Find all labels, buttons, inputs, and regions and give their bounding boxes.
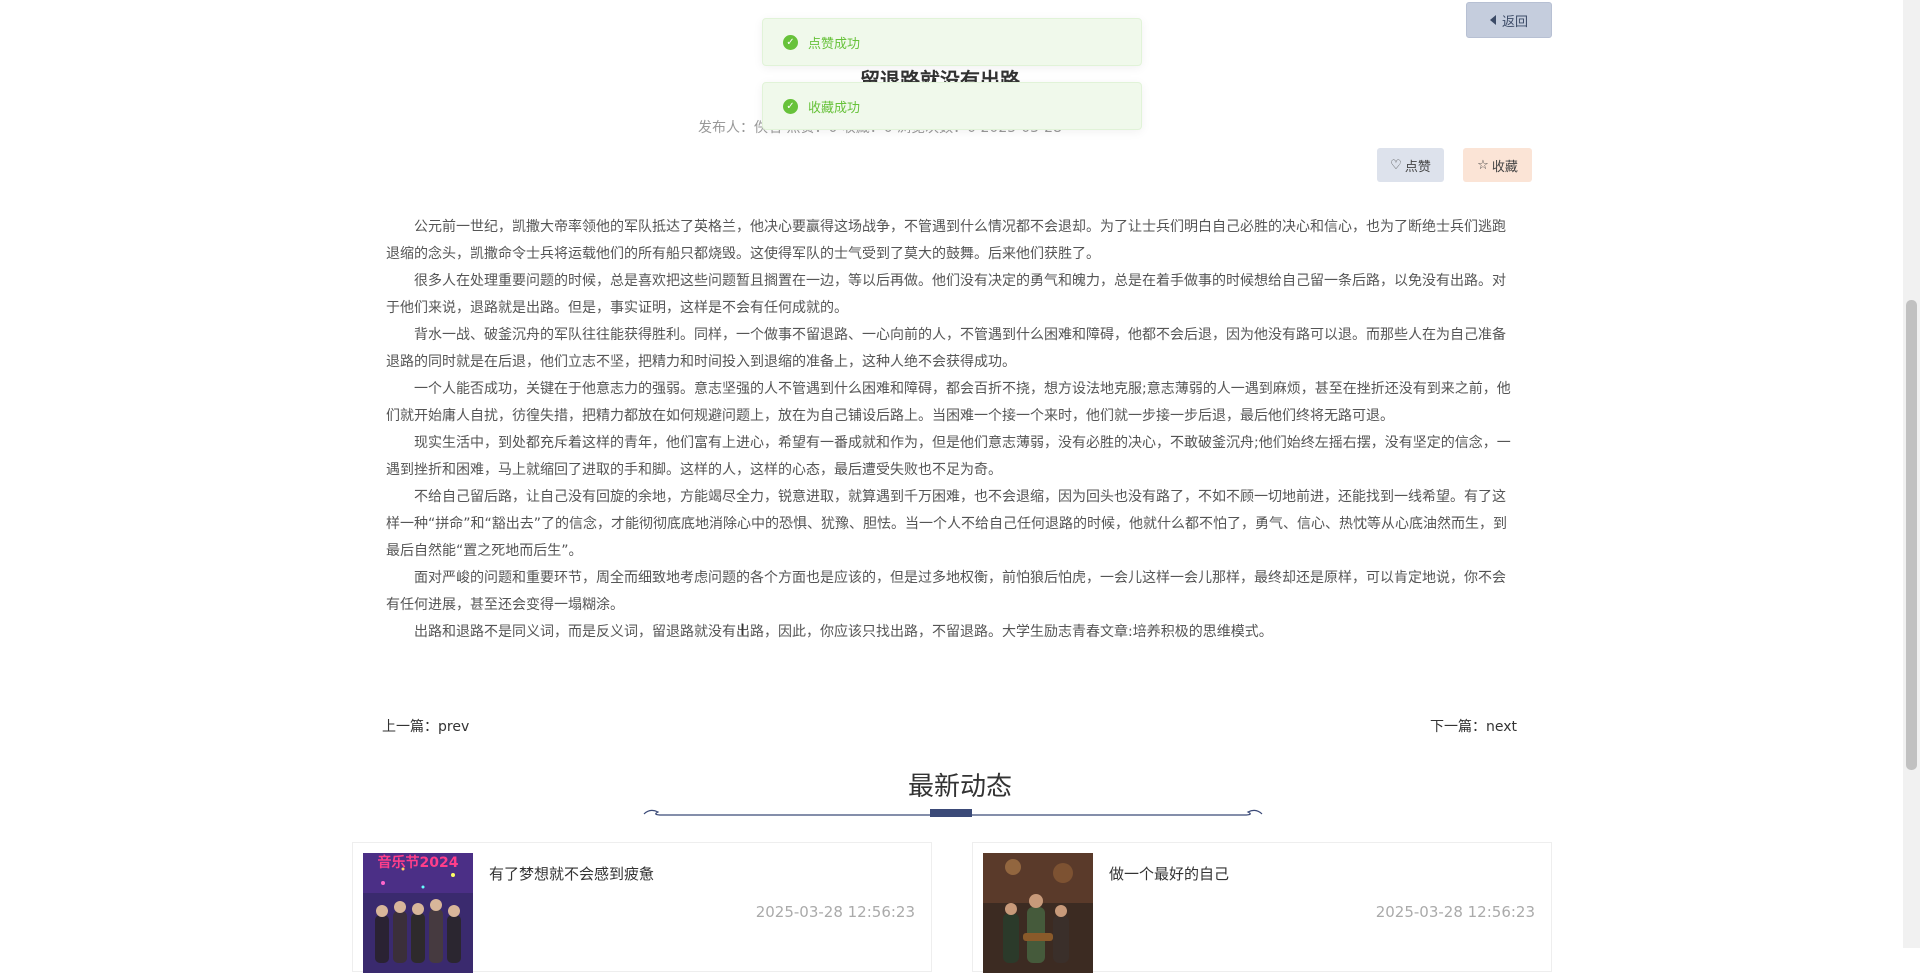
favorite-button-label: 收藏: [1491, 159, 1518, 175]
favorite-button[interactable]: ☆ 收藏: [1463, 148, 1532, 182]
latest-heading: 最新动态: [907, 772, 1012, 802]
svg-text:音乐节2024: 音乐节2024: [378, 854, 459, 871]
toast-message: 点赞成功: [808, 36, 861, 52]
toast-favorite-success: ✓ 收藏成功: [762, 82, 1142, 130]
back-button[interactable]: 返回: [1466, 2, 1552, 38]
news-thumbnail[interactable]: [983, 853, 1093, 973]
article-paragraph: 很多人在处理重要问题的时候，总是喜欢把这些问题暂且搁置在一边，等以后再做。他们没…: [386, 273, 1506, 316]
section-divider: [643, 809, 1263, 817]
article-paragraph: 不给自己留后路，让自己没有回旋的余地，方能竭尽全力，锐意进取，就算遇到千万困难，…: [386, 489, 1508, 559]
toast-like-success: ✓ 点赞成功: [762, 18, 1142, 66]
toast-message: 收藏成功: [808, 100, 861, 116]
article-paragraph: 出路和退路不是同义词，而是反义词，留退路就没有出路，因此，你应该只找出路，不留退…: [414, 624, 1273, 640]
article-paragraph: 面对严峻的问题和重要环节，周全而细致地考虑问题的各个方面也是应该的，但是过多地权…: [386, 570, 1506, 613]
news-thumbnail[interactable]: 音乐节2024: [363, 853, 473, 973]
news-title[interactable]: 做一个最好的自己: [1109, 863, 1229, 884]
prev-article-link[interactable]: 上一篇：prev: [382, 716, 469, 736]
check-circle-icon: ✓: [783, 98, 798, 114]
news-time: 2025-03-28 12:56:23: [1375, 903, 1535, 921]
article-content: 公元前一世纪，凯撒大帝率领他的军队抵达了英格兰，他决心要赢得这场战争，不管遇到什…: [386, 214, 1516, 646]
article-paragraph: 公元前一世纪，凯撒大帝率领他的军队抵达了英格兰，他决心要赢得这场战争，不管遇到什…: [386, 219, 1506, 262]
like-button-label: 点赞: [1404, 159, 1431, 175]
article-paragraph: 背水一战、破釜沉舟的军队往往能获得胜利。同样，一个做事不留退路、一心向前的人，不…: [386, 327, 1506, 370]
article-paragraph: 现实生活中，到处都充斥着这样的青年，他们富有上进心，希望有一番成就和作为，但是他…: [386, 435, 1511, 478]
news-time: 2025-03-28 12:56:23: [755, 903, 915, 921]
check-circle-icon: ✓: [783, 34, 798, 50]
text-cursor-icon: I: [740, 620, 745, 639]
news-card[interactable]: 做一个最好的自己 2025-03-28 12:56:23: [972, 842, 1552, 973]
news-title[interactable]: 有了梦想就不会感到疲惫: [489, 863, 654, 884]
news-card[interactable]: 音乐节2024 有了梦想就不会感到疲惫 2025-03-28 12:56:23: [352, 842, 932, 973]
next-article-link[interactable]: 下一篇：next: [1430, 716, 1517, 736]
scrollbar-thumb[interactable]: [1906, 300, 1917, 770]
article-paragraph: 一个人能否成功，关键在于他意志力的强弱。意志坚强的人不管遇到什么困难和障碍，都会…: [386, 381, 1511, 424]
heart-icon: ♡: [1390, 157, 1402, 173]
back-button-label: 返回: [1501, 14, 1528, 30]
star-icon: ☆: [1477, 157, 1489, 173]
like-button[interactable]: ♡ 点赞: [1377, 148, 1444, 182]
caret-left-icon: [1489, 15, 1496, 25]
